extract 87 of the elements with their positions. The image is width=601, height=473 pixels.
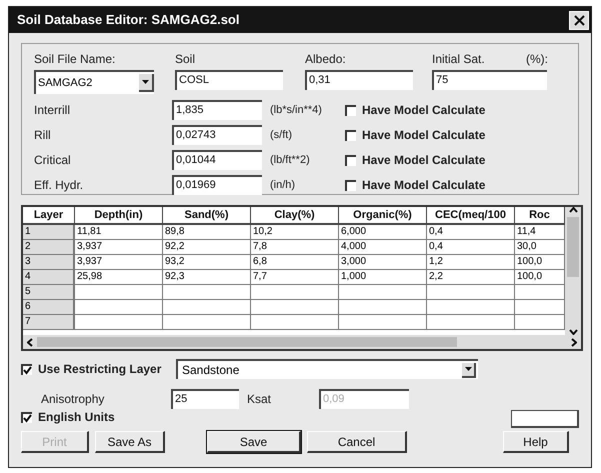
table-cell: 6,000: [339, 225, 427, 240]
scroll-down-icon: [568, 329, 578, 335]
row-header: 7: [23, 315, 75, 330]
table-cell: 93,2: [163, 255, 251, 270]
parameter-field[interactable]: 0,01044: [172, 150, 262, 170]
scroll-right-icon: [571, 338, 577, 346]
restricting-layer-dropdown[interactable]: Sandstone: [176, 359, 478, 379]
unit-label: (lb*s/in**4): [269, 102, 323, 118]
table-cell: 1,000: [339, 270, 427, 285]
scroll-thumb[interactable]: [567, 217, 579, 277]
checkbox[interactable]: [345, 180, 356, 190]
row-header: 4: [23, 270, 75, 285]
text-field[interactable]: COSL: [175, 70, 283, 90]
unit-label: (in/h): [269, 178, 296, 193]
parameter-field[interactable]: 0,01969: [172, 175, 262, 195]
column-header: Depth(in): [75, 207, 163, 225]
row-header: 1: [23, 225, 75, 240]
file-name-dropdown[interactable]: SAMGAG2: [34, 70, 154, 94]
table-cell: 1,2: [427, 255, 515, 270]
field-label: Albedo:: [305, 51, 346, 68]
table-cell: 11,81: [75, 225, 163, 240]
table-cell: 2,2: [427, 270, 515, 285]
table-cell: 7,7: [251, 270, 339, 285]
ksat-label: Ksat: [246, 391, 272, 408]
checkbox[interactable]: [345, 104, 356, 116]
row-header: 3: [23, 255, 75, 270]
table-cell: 6,8: [251, 255, 339, 270]
checkbox-label: English Units: [38, 409, 115, 426]
scroll-left-icon: [27, 338, 33, 346]
field-label: Soil: [175, 51, 196, 68]
checkbox-label: Use Restricting Layer: [38, 361, 162, 378]
table-cell: 0,4: [427, 240, 515, 255]
checkbox[interactable]: [345, 154, 356, 166]
table-cell: 92,3: [163, 270, 251, 285]
text-field[interactable]: 75: [432, 70, 547, 90]
row-header: 2: [23, 240, 75, 255]
field-label: Initial Sat.: [432, 51, 485, 68]
scroll-up-icon: [568, 207, 578, 213]
column-header: Sand(%): [163, 207, 251, 225]
table-cell: 10,2: [251, 225, 339, 240]
help-button[interactable]: Help: [503, 431, 569, 453]
table-cell: 92,2: [163, 240, 251, 255]
caret-icon: [464, 367, 472, 371]
caret-icon: [142, 80, 149, 84]
anisotrophy-label: Anisotrophy: [40, 391, 106, 408]
parameter-field[interactable]: 0,02743: [172, 125, 262, 145]
checkbox[interactable]: [345, 130, 356, 140]
parameter-label: Interrill: [34, 102, 72, 119]
unit-label: (lb/ft**2): [269, 152, 311, 168]
cancel-button[interactable]: Cancel: [307, 431, 407, 453]
table-cell: 89,8: [163, 225, 251, 240]
table-cell: 0,4: [427, 225, 515, 240]
parameter-label: Eff. Hydr.: [34, 177, 84, 194]
scroll-thumb[interactable]: [37, 337, 457, 347]
checkbox-label: Have Model Calculate: [362, 152, 486, 169]
checkbox-label: Have Model Calculate: [362, 177, 486, 194]
anisotrophy-field[interactable]: 25: [171, 389, 239, 409]
row-header: 5: [23, 285, 75, 300]
field-label: Soil File Name:: [34, 51, 116, 68]
parameter-label: Rill: [34, 127, 52, 144]
close-button[interactable]: [569, 10, 589, 30]
table-cell: 4,000: [339, 240, 427, 255]
checkbox[interactable]: [21, 412, 32, 422]
close-icon: [574, 14, 584, 26]
checkbox-label: Have Model Calculate: [362, 127, 486, 144]
save-as-button[interactable]: Save As: [95, 431, 165, 453]
table-cell: 3,000: [339, 255, 427, 270]
row-header: 6: [23, 300, 75, 315]
column-header: CEC(meq/100: [427, 207, 515, 225]
column-header: Organic(%): [339, 207, 427, 225]
table-cell: 3,937: [75, 240, 163, 255]
blank-button[interactable]: [511, 410, 579, 428]
window-title: Soil Database Editor: SAMGAG2.sol: [17, 11, 240, 30]
parameter-field[interactable]: 1,835: [172, 100, 262, 120]
horizontal-scrollbar[interactable]: [23, 335, 581, 349]
column-header: Clay(%): [251, 207, 339, 225]
table-cell: 25,98: [75, 270, 163, 285]
unit-label: (%):: [526, 51, 548, 68]
parameter-label: Critical: [34, 152, 72, 169]
table-cell: 3,937: [75, 255, 163, 270]
checkbox[interactable]: [21, 364, 32, 374]
save-button[interactable]: Save: [207, 431, 301, 453]
unit-label: (s/ft): [269, 128, 293, 143]
vertical-scrollbar[interactable]: [565, 207, 581, 335]
table-cell: 7,8: [251, 240, 339, 255]
text-field[interactable]: 0,31: [305, 70, 413, 90]
checkbox-label: Have Model Calculate: [362, 102, 486, 119]
